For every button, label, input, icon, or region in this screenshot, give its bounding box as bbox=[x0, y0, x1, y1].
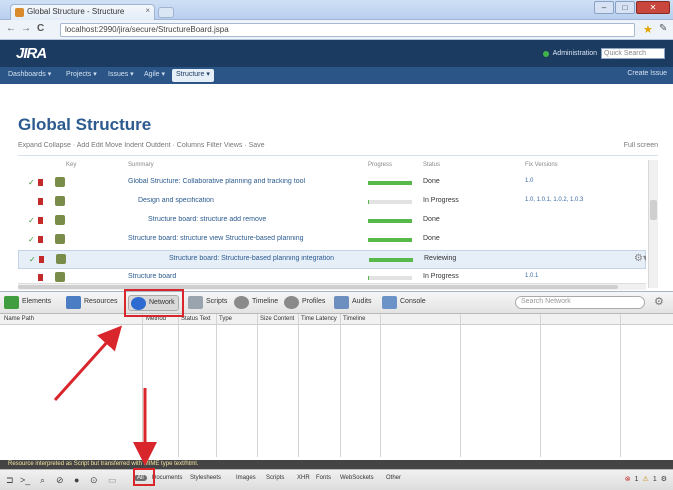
annotation-arrows bbox=[53, 325, 157, 466]
arrow-to-network-tab bbox=[53, 325, 123, 402]
